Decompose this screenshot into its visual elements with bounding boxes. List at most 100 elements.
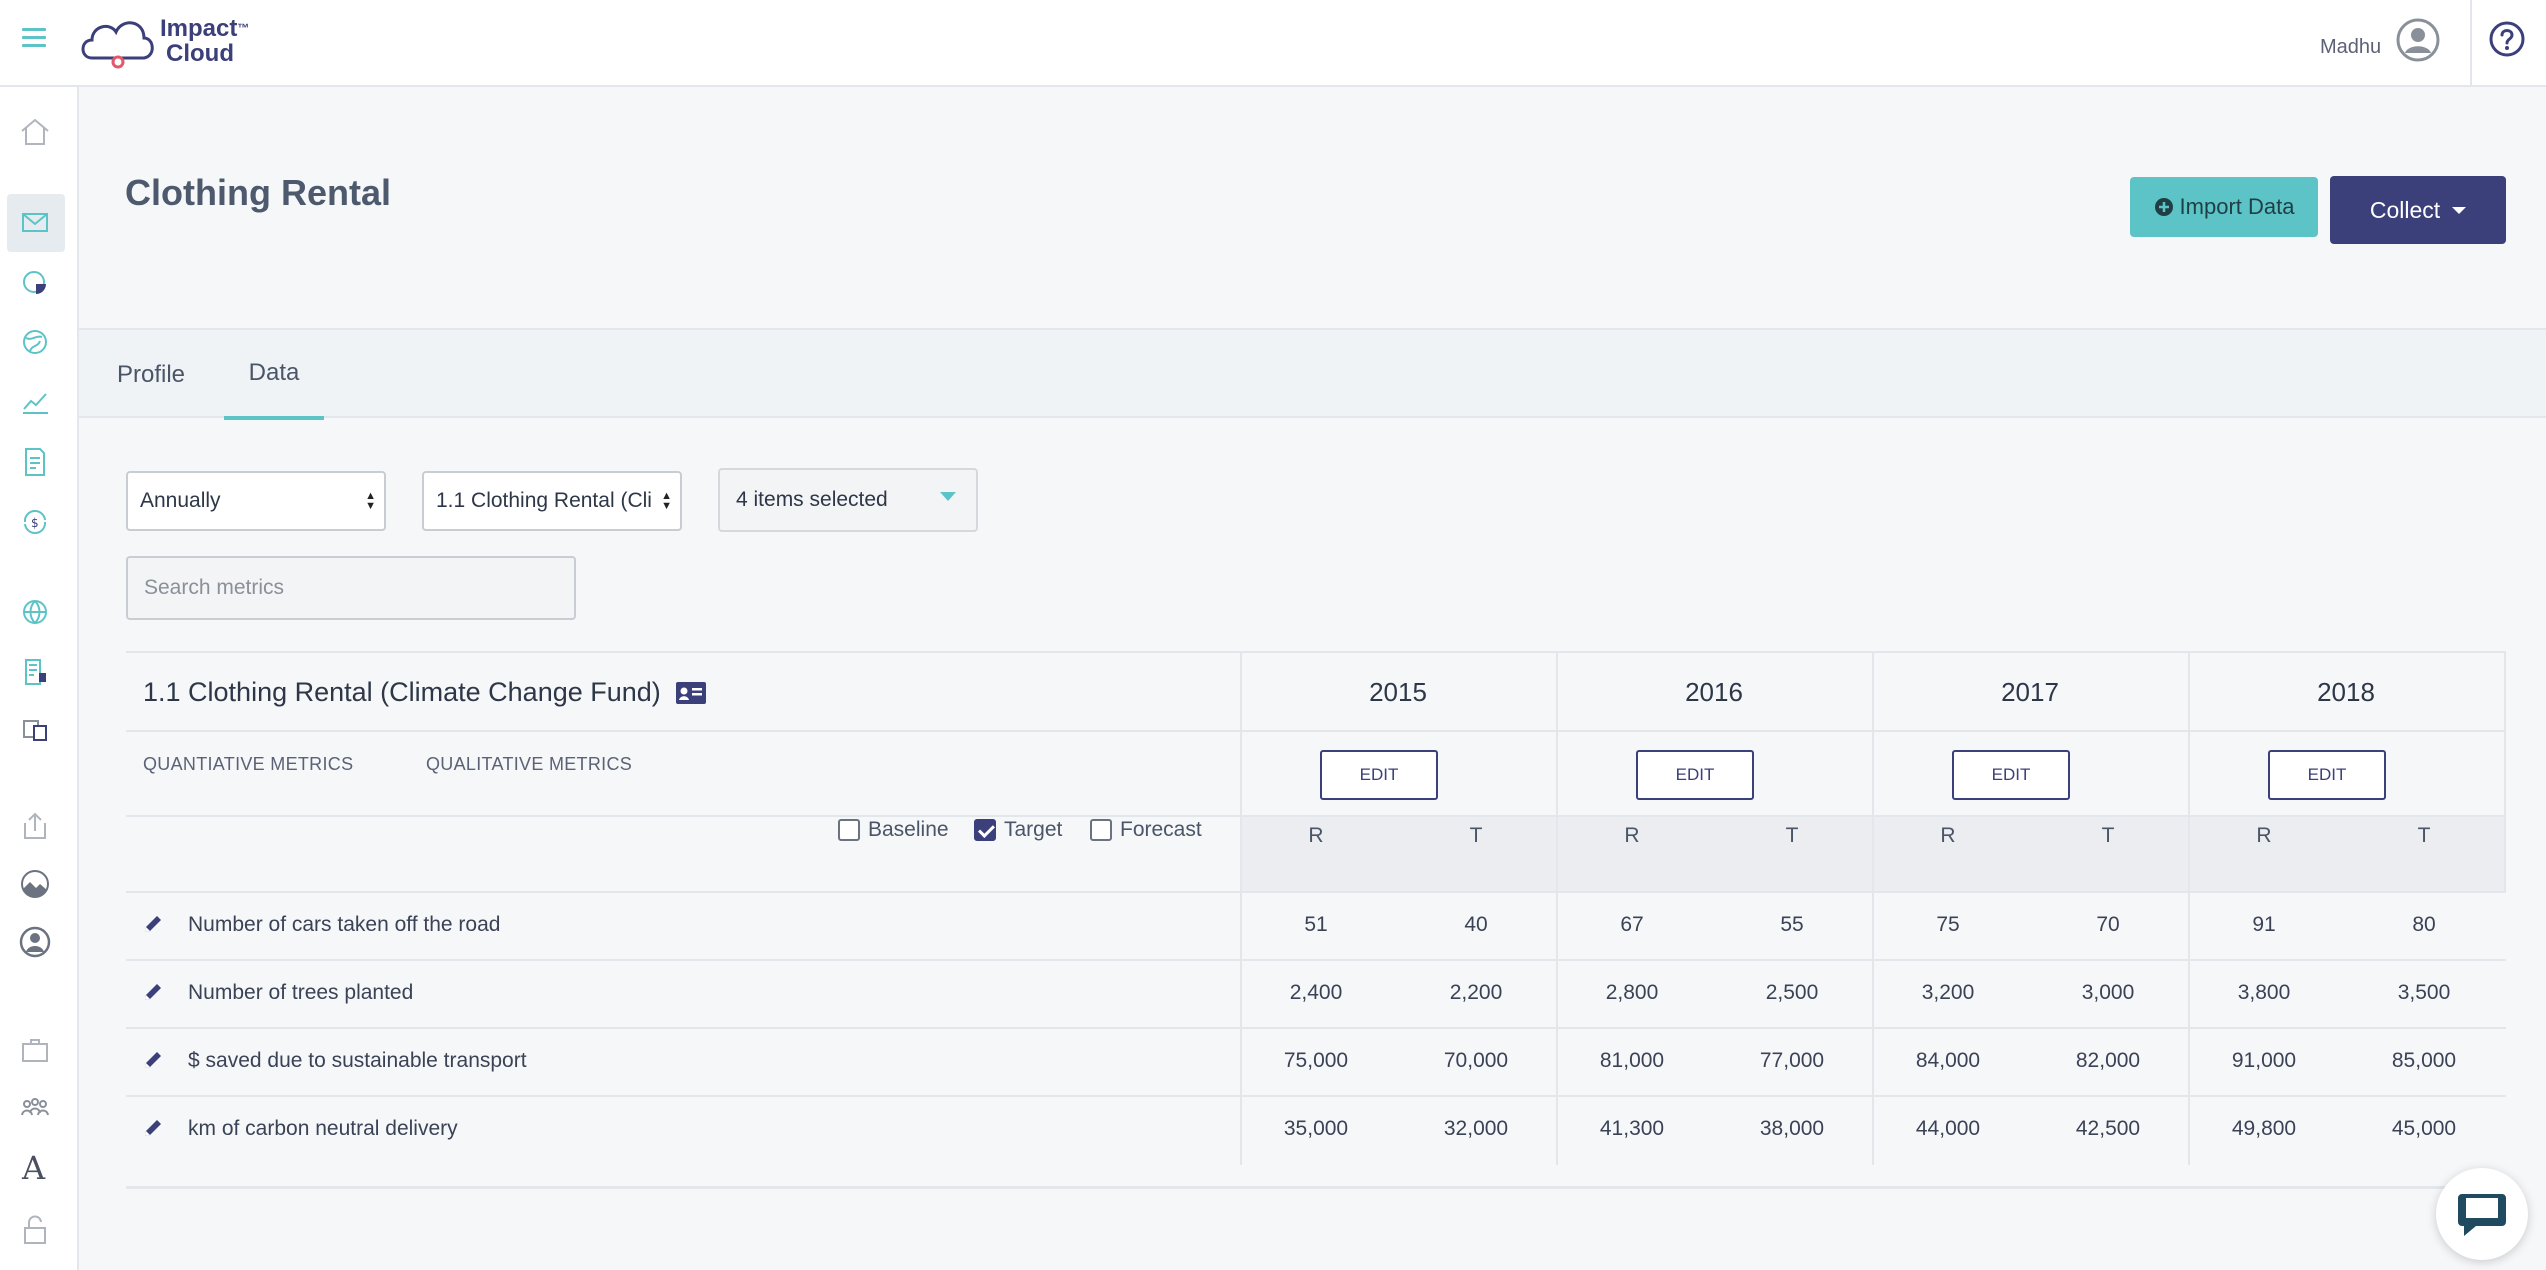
table-cell[interactable]: 42,500	[2048, 1117, 2168, 1141]
search-metrics-input[interactable]	[126, 556, 576, 620]
id-card-icon[interactable]	[675, 681, 707, 705]
table-cell[interactable]: 2,400	[1256, 981, 1376, 1005]
edit-pencil-icon[interactable]	[142, 1117, 164, 1139]
table-cell[interactable]: 32,000	[1416, 1117, 1536, 1141]
table-cell[interactable]: 84,000	[1888, 1049, 2008, 1073]
table-cell[interactable]: 35,000	[1256, 1117, 1376, 1141]
briefcase-icon[interactable]	[18, 1033, 52, 1067]
table-cell[interactable]: 38,000	[1732, 1117, 1852, 1141]
collect-dropdown-button[interactable]: Collect	[2330, 176, 2506, 244]
fund-select[interactable]: 1.1 Clothing Rental (Climate Change Fund…	[422, 471, 682, 531]
edit-2015-button[interactable]: EDIT	[1320, 750, 1438, 800]
profile-circle-icon[interactable]	[18, 925, 52, 959]
table-cell[interactable]: 82,000	[2048, 1049, 2168, 1073]
table-cell[interactable]: 41,300	[1572, 1117, 1692, 1141]
table-cell[interactable]: 51	[1256, 913, 1376, 937]
row-divider	[126, 891, 2506, 893]
users-group-icon[interactable]	[18, 1091, 52, 1125]
translate-icon[interactable]	[18, 713, 52, 747]
user-avatar-icon[interactable]	[2396, 18, 2440, 62]
forecast-checkbox-group[interactable]: Forecast	[1090, 818, 1202, 842]
table-cell[interactable]: 70	[2048, 913, 2168, 937]
baseline-checkbox[interactable]	[838, 819, 860, 841]
user-name[interactable]: Madhu	[2320, 36, 2381, 59]
tab-data[interactable]: Data	[224, 330, 324, 420]
table-cell[interactable]: 67	[1572, 913, 1692, 937]
year-header: 2018	[2317, 676, 2375, 707]
table-cell[interactable]: 3,800	[2204, 981, 2324, 1005]
pie-chart-icon[interactable]	[18, 265, 52, 299]
tab-qualitative-metrics[interactable]: QUALITATIVE METRICS	[426, 754, 632, 775]
metrics-table: 1.1 Clothing Rental (Climate Change Fund…	[126, 651, 2506, 1187]
menu-icon[interactable]	[22, 28, 46, 50]
font-icon[interactable]: A	[18, 1149, 52, 1183]
table-cell[interactable]: 75,000	[1256, 1049, 1376, 1073]
table-cell[interactable]: 77,000	[1732, 1049, 1852, 1073]
cloud-logo-icon	[81, 21, 154, 69]
edit-pencil-icon[interactable]	[142, 1049, 164, 1071]
edit-pencil-icon[interactable]	[142, 981, 164, 1003]
edit-pencil-icon[interactable]	[142, 913, 164, 935]
help-icon[interactable]	[2488, 20, 2526, 58]
chat-widget-button[interactable]	[2436, 1168, 2528, 1260]
refresh-dollar-icon[interactable]: $	[18, 505, 52, 539]
table-cell[interactable]: 55	[1732, 913, 1852, 937]
home-icon[interactable]	[18, 115, 52, 149]
table-cell[interactable]: 44,000	[1888, 1117, 2008, 1141]
edit-2018-button[interactable]: EDIT	[2268, 750, 2386, 800]
table-cell[interactable]: 81,000	[1572, 1049, 1692, 1073]
row-divider	[126, 1027, 2506, 1029]
table-cell[interactable]: 49,800	[2204, 1117, 2324, 1141]
forecast-checkbox[interactable]	[1090, 819, 1112, 841]
period-select-value: Annually	[140, 489, 221, 512]
table-cell[interactable]: 80	[2364, 913, 2484, 937]
table-cell[interactable]: 85,000	[2364, 1049, 2484, 1073]
table-cell[interactable]: 2,200	[1416, 981, 1536, 1005]
table-cell[interactable]: 91	[2204, 913, 2324, 937]
line-chart-icon[interactable]	[18, 385, 52, 419]
table-cell[interactable]: 70,000	[1416, 1049, 1536, 1073]
logo-text-line1: Impact	[160, 15, 238, 42]
target-label: Target	[1004, 818, 1063, 841]
table-cell[interactable]: 3,000	[2048, 981, 2168, 1005]
table-cell[interactable]: 2,500	[1732, 981, 1852, 1005]
import-data-button[interactable]: Import Data	[2130, 177, 2318, 237]
col-header-r: R	[1624, 824, 1640, 847]
row-divider	[126, 1095, 2506, 1097]
col-header-r: R	[1940, 824, 1956, 847]
edit-2016-button[interactable]: EDIT	[1636, 750, 1754, 800]
table-cell[interactable]: 3,200	[1888, 981, 2008, 1005]
globe-icon[interactable]	[18, 325, 52, 359]
table-cell[interactable]: 91,000	[2204, 1049, 2324, 1073]
table-cell[interactable]: 75	[1888, 913, 2008, 937]
forecast-label: Forecast	[1120, 818, 1202, 841]
unlock-icon[interactable]	[18, 1213, 52, 1247]
metrics-multiselect[interactable]: 4 items selected	[718, 468, 978, 532]
year-header: 2016	[1685, 676, 1743, 707]
edit-2017-button[interactable]: EDIT	[1952, 750, 2070, 800]
table-cell[interactable]: 45,000	[2364, 1117, 2484, 1141]
table-cell[interactable]: 3,500	[2364, 981, 2484, 1005]
table-cell[interactable]: 40	[1416, 913, 1536, 937]
svg-text:A: A	[21, 1149, 46, 1183]
inbox-icon[interactable]	[18, 205, 52, 239]
caret-down-icon	[2452, 206, 2467, 214]
tab-quantitative-metrics[interactable]: QUANTIATIVE METRICS	[143, 754, 353, 775]
col-header-t: T	[2417, 824, 2431, 847]
tab-profile[interactable]: Profile	[117, 330, 185, 420]
period-select[interactable]: Annually ▲ ▼	[126, 471, 386, 531]
target-checkbox-group[interactable]: Target	[974, 818, 1062, 842]
document-building-icon[interactable]	[18, 655, 52, 689]
table-cell[interactable]: 2,800	[1572, 981, 1692, 1005]
impact-cloud-logo[interactable]: Impact™ Cloud	[78, 10, 258, 72]
report-edit-icon[interactable]	[18, 445, 52, 479]
baseline-checkbox-group[interactable]: Baseline	[838, 818, 949, 842]
column-divider	[2504, 653, 2506, 891]
col-header-t: T	[1785, 824, 1799, 847]
upload-icon[interactable]	[18, 809, 52, 843]
dropdown-caret-icon	[940, 492, 956, 501]
world-network-icon[interactable]	[18, 595, 52, 629]
select-arrows-icon: ▲ ▼	[365, 490, 376, 512]
landscape-icon[interactable]	[18, 867, 52, 901]
target-checkbox[interactable]	[974, 819, 996, 841]
